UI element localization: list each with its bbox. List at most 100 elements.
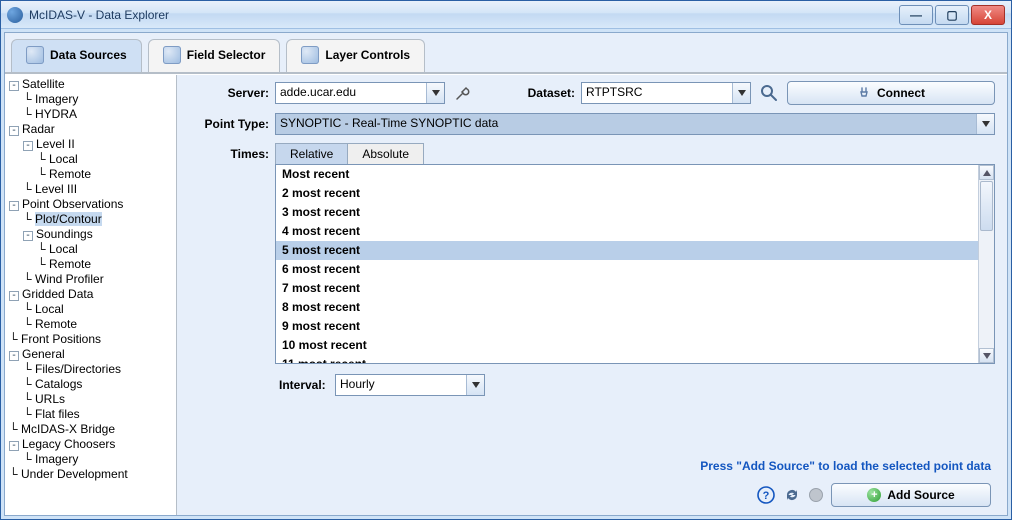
interval-value: Hourly [336, 375, 466, 395]
tree-branch-icon: └ [9, 332, 21, 347]
scroll-thumb[interactable] [980, 181, 993, 231]
tree-toggle-icon[interactable]: - [9, 201, 19, 211]
times-listbox[interactable]: Most recent2 most recent3 most recent4 m… [275, 164, 995, 364]
list-item[interactable]: 7 most recent [276, 279, 978, 298]
tree-item[interactable]: └Local [23, 302, 176, 317]
list-item[interactable]: 10 most recent [276, 336, 978, 355]
client-area: Data Sources Field Selector Layer Contro… [4, 32, 1008, 516]
pointtype-label: Point Type: [185, 117, 275, 131]
tree-item[interactable]: └Catalogs [23, 377, 176, 392]
list-item[interactable]: 6 most recent [276, 260, 978, 279]
tree-item[interactable]: └Under Development [9, 467, 176, 482]
tree-item[interactable]: └Remote [23, 317, 176, 332]
tree-item[interactable]: └Flat files [23, 407, 176, 422]
tree-item[interactable]: └URLs [23, 392, 176, 407]
tree-item[interactable]: └Files/Directories [23, 362, 176, 377]
tree-item[interactable]: └Remote [37, 257, 176, 272]
pointtype-combo[interactable]: SYNOPTIC - Real-Time SYNOPTIC data [275, 113, 995, 135]
tree-item[interactable]: └Plot/Contour [23, 212, 176, 227]
chevron-down-icon[interactable] [466, 375, 484, 395]
tree-item[interactable]: └Level III [23, 182, 176, 197]
list-item[interactable]: Most recent [276, 165, 978, 184]
wrench-icon[interactable] [451, 81, 475, 105]
tree-item[interactable]: -Radar-Level II└Local└Remote└Level III [9, 122, 176, 197]
hint-text: Press "Add Source" to load the selected … [185, 459, 991, 473]
tree-label: Local [49, 152, 78, 166]
minimize-button[interactable]: — [899, 5, 933, 25]
list-item[interactable]: 3 most recent [276, 203, 978, 222]
tree-branch-icon: └ [37, 152, 49, 167]
tree-label: Wind Profiler [35, 272, 104, 286]
tree-toggle-icon[interactable]: - [23, 141, 33, 151]
tree-item[interactable]: └Wind Profiler [23, 272, 176, 287]
server-label: Server: [185, 86, 275, 100]
scroll-up-icon[interactable] [979, 165, 994, 180]
connect-label: Connect [877, 86, 925, 100]
find-icon[interactable] [757, 81, 781, 105]
tree-toggle-icon[interactable]: - [23, 231, 33, 241]
tree-item[interactable]: -Legacy Choosers└Imagery [9, 437, 176, 467]
chevron-down-icon[interactable] [976, 114, 994, 134]
tab-label: Layer Controls [325, 48, 410, 62]
source-tree[interactable]: -Satellite└Imagery└HYDRA-Radar-Level II└… [5, 75, 177, 515]
chevron-down-icon[interactable] [426, 83, 444, 103]
tree-label: URLs [35, 392, 65, 406]
list-item[interactable]: 2 most recent [276, 184, 978, 203]
magnifier-icon [26, 46, 44, 64]
tree-item[interactable]: └Front Positions [9, 332, 176, 347]
tree-item[interactable]: └HYDRA [23, 107, 176, 122]
tree-toggle-icon[interactable]: - [9, 81, 19, 91]
tree-branch-icon: └ [23, 362, 35, 377]
tree-toggle-icon[interactable]: - [9, 291, 19, 301]
tree-label: Satellite [22, 77, 65, 91]
tree-item[interactable]: -Point Observations└Plot/Contour-Soundin… [9, 197, 176, 287]
tree-label: Remote [35, 317, 77, 331]
times-tab-absolute[interactable]: Absolute [348, 143, 424, 164]
tree-item[interactable]: └Imagery [23, 92, 176, 107]
plug-icon [857, 86, 871, 100]
tree-item[interactable]: -General└Files/Directories└Catalogs└URLs… [9, 347, 176, 422]
tree-item[interactable]: └McIDAS-X Bridge [9, 422, 176, 437]
tree-item[interactable]: -Gridded Data└Local└Remote [9, 287, 176, 332]
dataset-label: Dataset: [511, 86, 581, 100]
server-combo[interactable]: adde.ucar.edu [275, 82, 445, 104]
times-tab-relative[interactable]: Relative [275, 143, 348, 164]
list-item[interactable]: 8 most recent [276, 298, 978, 317]
list-item[interactable]: 9 most recent [276, 317, 978, 336]
dataset-combo[interactable]: RTPTSRC [581, 82, 751, 104]
connect-button[interactable]: Connect [787, 81, 995, 105]
tree-toggle-icon[interactable]: - [9, 351, 19, 361]
list-item[interactable]: 5 most recent [276, 241, 978, 260]
add-source-button[interactable]: + Add Source [831, 483, 991, 507]
app-window: McIDAS-V - Data Explorer — ▢ X Data Sour… [0, 0, 1012, 520]
tab-field-selector[interactable]: Field Selector [148, 39, 281, 72]
top-tab-row: Data Sources Field Selector Layer Contro… [5, 33, 1007, 74]
tree-item[interactable]: └Remote [37, 167, 176, 182]
tab-data-sources[interactable]: Data Sources [11, 39, 142, 72]
tree-item[interactable]: └Local [37, 242, 176, 257]
tree-item[interactable]: └Local [37, 152, 176, 167]
tree-branch-icon: └ [23, 107, 35, 122]
tree-label: Remote [49, 167, 91, 181]
tree-toggle-icon[interactable]: - [9, 126, 19, 136]
scrollbar[interactable] [978, 165, 994, 363]
add-source-label: Add Source [887, 488, 954, 502]
tree-toggle-icon[interactable]: - [9, 441, 19, 451]
tree-item[interactable]: -Level II└Local└Remote [23, 137, 176, 182]
refresh-icon[interactable] [783, 486, 801, 504]
tree-branch-icon: └ [23, 302, 35, 317]
close-button[interactable]: X [971, 5, 1005, 25]
list-item[interactable]: 11 most recent [276, 355, 978, 363]
tab-layer-controls[interactable]: Layer Controls [286, 39, 425, 72]
help-icon[interactable]: ? [757, 486, 775, 504]
interval-label: Interval: [275, 378, 335, 392]
interval-combo[interactable]: Hourly [335, 374, 485, 396]
tree-label: Level III [35, 182, 77, 196]
maximize-button[interactable]: ▢ [935, 5, 969, 25]
chevron-down-icon[interactable] [732, 83, 750, 103]
tree-item[interactable]: └Imagery [23, 452, 176, 467]
list-item[interactable]: 4 most recent [276, 222, 978, 241]
tree-item[interactable]: -Soundings└Local└Remote [23, 227, 176, 272]
scroll-down-icon[interactable] [979, 348, 994, 363]
tree-item[interactable]: -Satellite└Imagery└HYDRA [9, 77, 176, 122]
